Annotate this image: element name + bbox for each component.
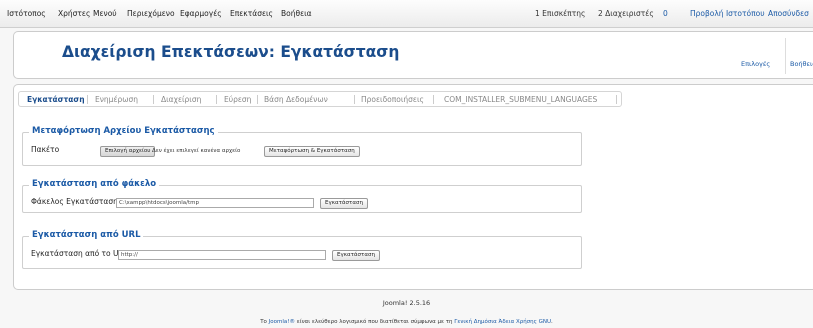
footer-suffix: . — [551, 319, 553, 325]
install-folder-fieldset: Εγκατάσταση από φάκελο Φάκελος Εγκατάστα… — [22, 179, 582, 213]
toolbar-divider — [785, 38, 786, 74]
view-site-link[interactable]: Προβολή Ιστοτόπου — [690, 9, 765, 18]
status-admins: 2 Διαχειριστές — [598, 9, 654, 18]
submenu-divider — [354, 95, 355, 104]
submenu: Εγκατάσταση Ενημέρωση Διαχείριση Εύρεση … — [18, 91, 622, 107]
submenu-install[interactable]: Εγκατάσταση — [27, 95, 85, 104]
submenu-divider — [216, 95, 217, 104]
choose-file-button[interactable]: Επιλογή αρχείου — [100, 146, 156, 157]
install-folder-label: Φάκελος Εγκατάστασης — [31, 197, 123, 206]
submenu-database[interactable]: Βάση Δεδομένων — [264, 95, 328, 104]
install-folder-button[interactable]: Εγκατάσταση — [320, 198, 368, 209]
page-title: Διαχείριση Επεκτάσεων: Εγκατάσταση — [62, 43, 400, 61]
footer-prefix: Το — [260, 319, 269, 325]
upload-install-button[interactable]: Μεταφόρτωση & Εγκατάσταση — [264, 146, 360, 157]
logout-link[interactable]: Αποσύνδεσ — [768, 9, 809, 18]
submenu-update[interactable]: Ενημέρωση — [95, 95, 138, 104]
options-button[interactable]: Επιλογές — [741, 60, 770, 68]
install-url-fieldset: Εγκατάσταση από URL Εγκατάσταση από το U… — [22, 230, 582, 269]
menu-item-users[interactable]: Χρήστες — [58, 9, 90, 18]
menu-item-help[interactable]: Βοήθεια — [281, 9, 312, 18]
top-menu-bar: Ιστότοπος Χρήστες Μενού Περιεχόμενο Εφαρ… — [0, 0, 813, 28]
status-visitors: 1 Επισκέπτης — [535, 9, 586, 18]
submenu-divider — [257, 95, 258, 104]
footer-license: Το Joomla!® είναι ελεύθερο λογισμικό που… — [0, 319, 813, 325]
upload-package-legend: Μεταφόρτωση Αρχείου Εγκατάστασης — [29, 126, 218, 136]
menu-item-extensions[interactable]: Επεκτάσεις — [230, 9, 273, 18]
submenu-languages[interactable]: COM_INSTALLER_SUBMENU_LANGUAGES — [444, 95, 597, 104]
menu-item-content[interactable]: Περιεχόμενο — [127, 9, 175, 18]
install-url-input[interactable]: http:// — [118, 250, 326, 260]
install-url-legend: Εγκατάσταση από URL — [29, 230, 144, 240]
install-url-button[interactable]: Εγκατάσταση — [332, 250, 380, 261]
submenu-divider — [616, 95, 617, 104]
upload-package-fieldset: Μεταφόρτωση Αρχείου Εγκατάστασης Πακέτο … — [22, 126, 582, 166]
toolbar-box: Διαχείριση Επεκτάσεων: Εγκατάσταση Επιλο… — [13, 31, 813, 79]
submenu-divider — [433, 95, 434, 104]
main-panel: Εγκατάσταση Ενημέρωση Διαχείριση Εύρεση … — [13, 84, 813, 290]
menu-item-components[interactable]: Εφαρμογές — [180, 9, 222, 18]
page: Ιστότοπος Χρήστες Μενού Περιεχόμενο Εφαρ… — [0, 0, 813, 328]
joomla-version: Joomla! 2.5.16 — [382, 299, 431, 307]
footer-middle: είναι ελεύθερο λογισμικό που διατίθεται … — [295, 319, 455, 325]
help-button[interactable]: Βοήθεια — [790, 60, 813, 68]
no-file-text: Δεν έχει επιλεγεί κανένα αρχείο — [152, 148, 241, 154]
menu-item-site[interactable]: Ιστότοπος — [7, 9, 46, 18]
submenu-warnings[interactable]: Προειδοποιήσεις — [361, 95, 424, 104]
submenu-divider — [87, 95, 88, 104]
gnu-license-link[interactable]: Γενική Δημόσια Άδεια Χρήσης GNU — [454, 319, 551, 325]
joomla-link[interactable]: Joomla!® — [269, 319, 295, 325]
package-label: Πακέτο — [31, 145, 60, 154]
install-folder-input[interactable]: C:\xampp\htdocs\joomla/tmp — [116, 198, 314, 208]
install-url-label: Εγκατάσταση από το URL — [31, 249, 128, 258]
submenu-manage[interactable]: Διαχείριση — [161, 95, 201, 104]
submenu-divider — [153, 95, 154, 104]
menu-item-menus[interactable]: Μενού — [93, 9, 117, 18]
status-messages[interactable]: 0 — [663, 9, 668, 18]
submenu-discover[interactable]: Εύρεση — [224, 95, 251, 104]
install-folder-legend: Εγκατάσταση από φάκελο — [29, 179, 160, 189]
